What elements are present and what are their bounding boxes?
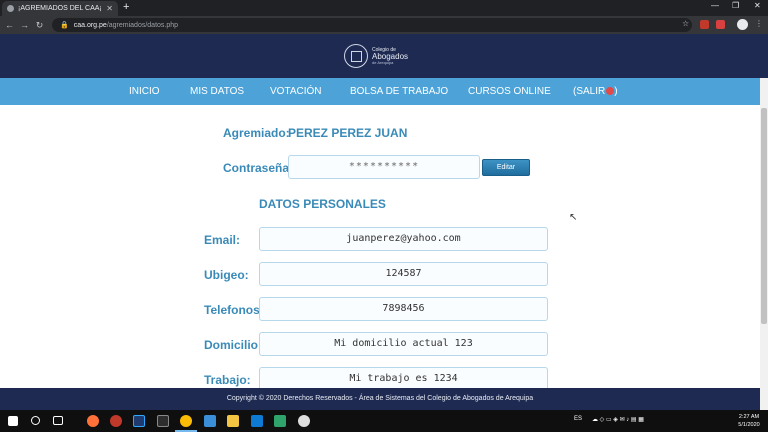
logo-text: Colegio de Abogados de Arequipa <box>372 47 408 65</box>
chrome-icon[interactable] <box>180 415 192 427</box>
browser-toolbar: ← → ↻ 🔒 caa.org.pe/agremiados/datos.php … <box>0 16 768 34</box>
clock-date: 5/1/2020 <box>738 422 760 428</box>
new-tab-icon[interactable]: + <box>123 1 129 13</box>
agremiado-name: PEREZ PEREZ JUAN <box>288 126 408 140</box>
app-icon[interactable] <box>298 415 310 427</box>
maximize-icon[interactable]: ❐ <box>732 1 739 10</box>
extension-icon[interactable] <box>716 20 725 29</box>
url-path: /agremiados/datos.php <box>106 21 179 29</box>
forward-icon[interactable]: → <box>17 20 32 30</box>
reload-icon[interactable]: ↻ <box>32 20 47 31</box>
app-icon[interactable] <box>157 415 169 427</box>
tab-close-icon[interactable]: ✕ <box>106 4 113 13</box>
site-header: Colegio de Abogados de Arequipa <box>0 34 768 78</box>
section-title-datos-personales: DATOS PERSONALES <box>259 197 386 211</box>
minimize-icon[interactable]: — <box>711 1 719 10</box>
mouse-cursor-icon: ↖ <box>569 212 578 223</box>
tray-icons[interactable]: ☁ ◇ ▭ ◈ ✉ ♪ ▤ ▦ <box>592 416 644 423</box>
menu-item-bolsa-de-trabajo[interactable]: BOLSA DE TRABAJO <box>350 78 448 105</box>
language-indicator[interactable]: ES <box>574 416 582 422</box>
edit-password-button[interactable]: Editar <box>482 159 530 176</box>
firefox-icon[interactable] <box>87 415 99 427</box>
email-field[interactable]: juanperez@yahoo.com <box>259 227 548 251</box>
menu-item-mis-datos[interactable]: MIS DATOS <box>190 78 244 105</box>
app-icon[interactable] <box>274 415 286 427</box>
lock-icon: 🔒 <box>60 22 69 29</box>
domicilio-label: Domicilio: <box>204 338 263 352</box>
scrollbar-thumb[interactable] <box>761 108 767 324</box>
site-favicon-icon <box>7 5 14 12</box>
search-icon[interactable] <box>31 416 40 425</box>
file-explorer-icon[interactable] <box>227 415 239 427</box>
ubigeo-label: Ubigeo: <box>204 268 249 282</box>
clock-time: 2:27 AM <box>738 414 760 420</box>
bookmark-star-icon[interactable]: ☆ <box>682 19 689 28</box>
menu-item-inicio[interactable]: INICIO <box>129 78 160 105</box>
tab-title: ¡AGREMIADOS DEL CAA¡ <box>18 5 102 12</box>
profile-avatar[interactable] <box>737 19 748 30</box>
windows-start-icon[interactable] <box>8 416 18 426</box>
salir-label: (SALIR <box>573 86 606 97</box>
menu-item-salir[interactable]: (SALIR) <box>573 78 618 105</box>
menu-item-votacion[interactable]: VOTACIÓN <box>270 78 321 105</box>
system-clock[interactable]: 2:27 AM 5/1/2020 <box>734 413 764 429</box>
app-icon[interactable] <box>204 415 216 427</box>
site-footer: Copyright © 2020 Derechos Reservados - Á… <box>0 388 760 410</box>
trabajo-field[interactable]: Mi trabajo es 1234 <box>259 367 548 388</box>
logo-emblem-icon <box>344 44 368 68</box>
domicilio-field[interactable]: Mi domicilio actual 123 <box>259 332 548 356</box>
menu-item-cursos-online[interactable]: CURSOS ONLINE <box>468 78 551 105</box>
chrome-menu-icon[interactable]: ⋮ <box>755 19 763 28</box>
salir-suffix: ) <box>614 86 618 97</box>
trabajo-label: Trabajo: <box>204 373 251 387</box>
password-field[interactable]: ********** <box>288 155 480 179</box>
browser-tab-strip: ¡AGREMIADOS DEL CAA¡ ✕ + — ❐ ✕ <box>0 0 768 16</box>
url-host: caa.org.pe <box>73 21 107 29</box>
app-icon[interactable] <box>110 415 122 427</box>
window-close-icon[interactable]: ✕ <box>754 1 761 10</box>
logo-sub-text: de Arequipa <box>372 59 394 65</box>
address-bar[interactable]: 🔒 caa.org.pe/agremiados/datos.php <box>52 18 692 32</box>
windows-taskbar: ES ☁ ◇ ▭ ◈ ✉ ♪ ▤ ▦ 2:27 AM 5/1/2020 <box>0 410 768 432</box>
email-label: Email: <box>204 233 241 247</box>
telefonos-field[interactable]: 7898456 <box>259 297 548 321</box>
agremiado-label: Agremiado: <box>223 126 290 140</box>
site-logo[interactable]: Colegio de Abogados de Arequipa <box>344 40 424 72</box>
extension-icon[interactable] <box>700 20 709 29</box>
photoshop-icon[interactable] <box>133 415 145 427</box>
vscode-icon[interactable] <box>251 415 263 427</box>
main-content: Agremiado: PEREZ PEREZ JUAN Contraseña: … <box>0 105 760 388</box>
back-icon[interactable]: ← <box>2 20 17 30</box>
browser-tab[interactable]: ¡AGREMIADOS DEL CAA¡ ✕ <box>2 1 118 16</box>
telefonos-label: Telefonos: <box>204 303 264 317</box>
main-menu: INICIO MIS DATOS VOTACIÓN BOLSA DE TRABA… <box>0 78 760 105</box>
password-label: Contraseña: <box>223 161 294 175</box>
ubigeo-field[interactable]: 124587 <box>259 262 548 286</box>
task-view-icon[interactable] <box>53 416 63 425</box>
